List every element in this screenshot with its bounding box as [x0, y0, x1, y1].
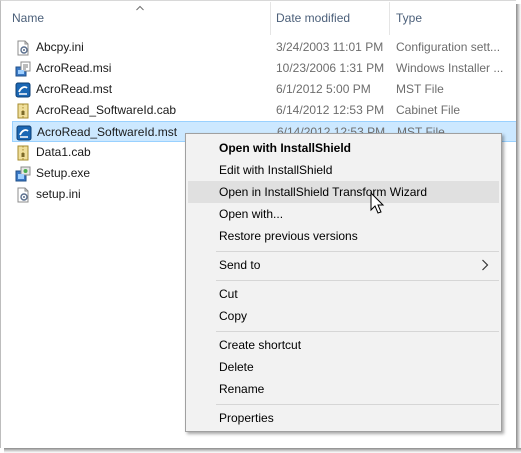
menu-separator — [216, 251, 499, 252]
file-row[interactable]: AcroRead_SoftwareId.cab 6/14/2012 12:53 … — [12, 100, 517, 121]
menu-item-label: Send to — [219, 258, 261, 272]
msi-file-icon — [15, 61, 31, 77]
mst-file-icon — [15, 82, 31, 98]
window-shadow — [516, 4, 521, 453]
menu-separator — [216, 404, 499, 405]
file-date: 10/23/2006 1:31 PM — [276, 61, 385, 75]
ini-file-icon — [17, 40, 29, 56]
column-header-name[interactable]: Name — [2, 2, 262, 34]
file-name: Abcpy.ini — [36, 40, 84, 54]
file-type: Windows Installer ... — [396, 61, 504, 75]
menu-item-send-to[interactable]: Send to — [188, 254, 499, 276]
column-header-type[interactable]: Type — [386, 2, 506, 34]
column-header-date-modified[interactable]: Date modified — [266, 2, 386, 34]
file-row[interactable]: AcroRead.mst 6/1/2012 5:00 PM MST File — [12, 79, 517, 100]
file-date: 6/14/2012 12:53 PM — [276, 103, 385, 117]
file-type: MST File — [396, 82, 444, 96]
mouse-pointer-icon — [370, 192, 385, 214]
file-date: 6/1/2012 5:00 PM — [276, 82, 371, 96]
menu-item-restore-previous-versions[interactable]: Restore previous versions — [188, 225, 499, 247]
menu-item-cut[interactable]: Cut — [188, 283, 499, 305]
file-name: AcroRead.mst — [36, 82, 113, 96]
ini-file-icon — [17, 187, 29, 203]
cab-file-icon — [17, 103, 29, 119]
file-name: Setup.exe — [36, 166, 91, 180]
menu-item-open-transform-wizard[interactable]: Open in InstallShield Transform Wizard — [188, 181, 499, 203]
file-name: setup.ini — [36, 187, 81, 201]
menu-item-delete[interactable]: Delete — [188, 356, 499, 378]
column-header-bar: Name Date modified Type — [2, 2, 516, 35]
context-menu: Open with InstallShield Edit with Instal… — [185, 133, 502, 432]
file-row[interactable]: Abcpy.ini 3/24/2003 11:01 PM Configurati… — [12, 37, 517, 58]
file-row[interactable]: AcroRead.msi 10/23/2006 1:31 PM Windows … — [12, 58, 517, 79]
menu-item-create-shortcut[interactable]: Create shortcut — [188, 334, 499, 356]
menu-item-open-with[interactable]: Open with... — [188, 203, 499, 225]
menu-separator — [216, 331, 499, 332]
menu-item-copy[interactable]: Copy — [188, 305, 499, 327]
menu-item-open-with-installshield[interactable]: Open with InstallShield — [188, 137, 499, 159]
cab-file-icon — [17, 145, 29, 161]
setup-exe-icon — [15, 166, 31, 182]
file-name: AcroRead.msi — [36, 61, 112, 75]
menu-separator — [216, 280, 499, 281]
file-type: Configuration sett... — [396, 40, 501, 54]
file-type: Cabinet File — [396, 103, 461, 117]
window-shadow — [4, 448, 521, 453]
file-name: Data1.cab — [36, 145, 91, 159]
menu-item-rename[interactable]: Rename — [188, 378, 499, 400]
file-name: AcroRead_SoftwareId.mst — [37, 125, 178, 139]
mst-file-icon — [16, 125, 32, 141]
chevron-right-icon — [482, 259, 489, 271]
file-date: 3/24/2003 11:01 PM — [276, 40, 384, 54]
file-name: AcroRead_SoftwareId.cab — [36, 103, 177, 117]
menu-item-edit-with-installshield[interactable]: Edit with InstallShield — [188, 159, 499, 181]
menu-item-properties[interactable]: Properties — [188, 407, 499, 429]
